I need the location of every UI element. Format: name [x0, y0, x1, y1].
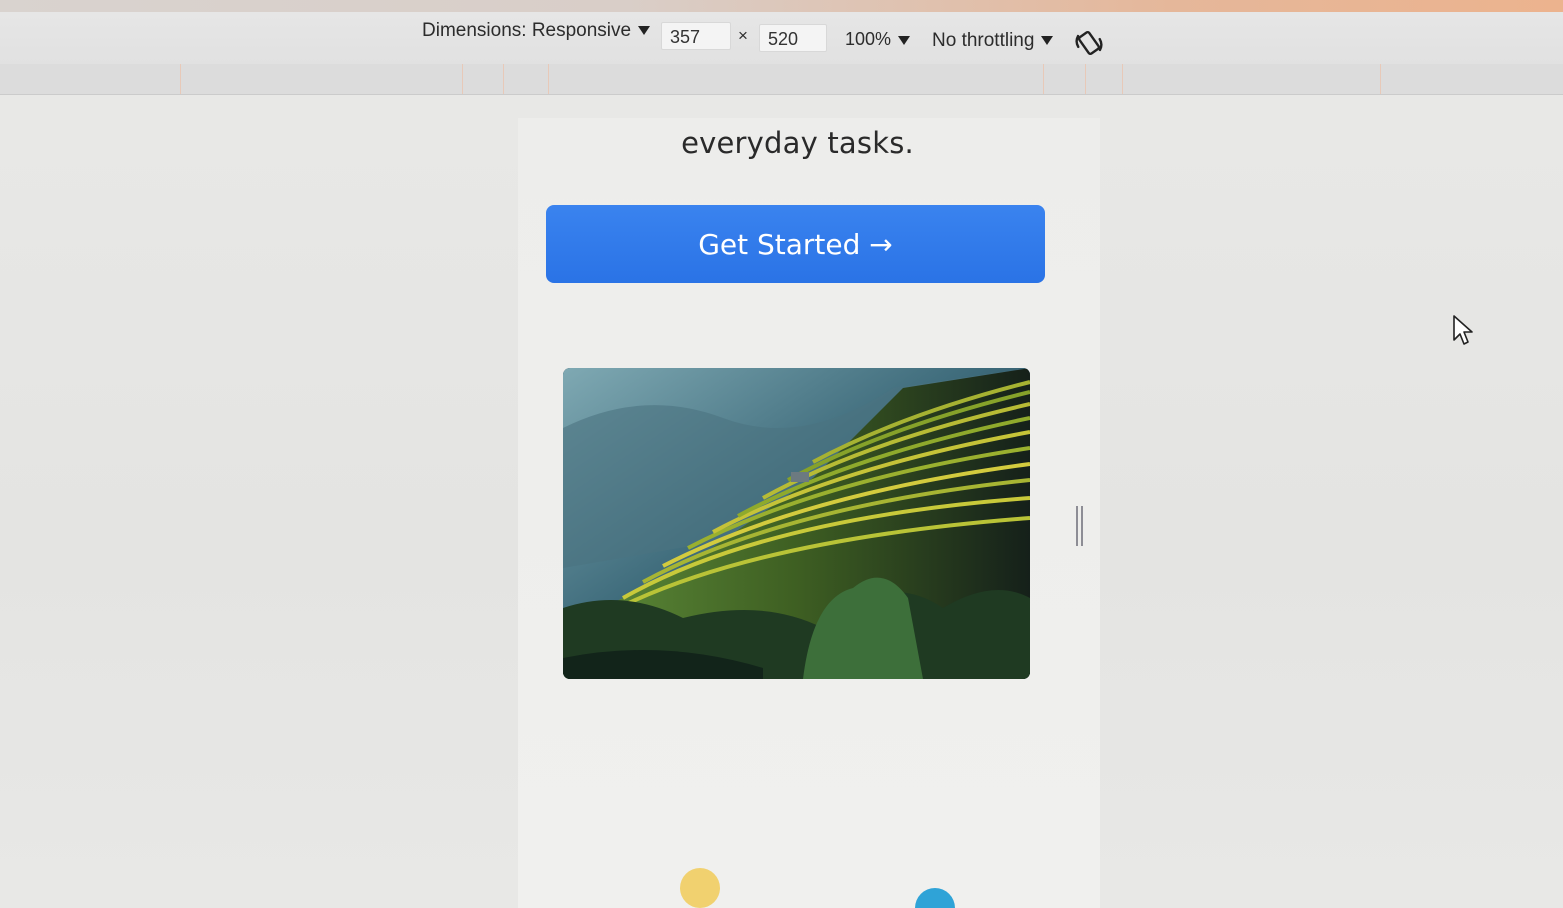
- browser-window: Dimensions: Responsive 357 × 520 100% No…: [0, 0, 1563, 908]
- zoom-label: 100%: [845, 29, 892, 49]
- zoom-dropdown[interactable]: 100%: [845, 29, 911, 50]
- hero-tagline: everyday tasks.: [681, 126, 914, 160]
- hero-image: [563, 368, 1030, 679]
- rotate-icon[interactable]: [1074, 28, 1104, 58]
- chevron-down-icon: [1041, 36, 1054, 46]
- times-separator: ×: [738, 26, 748, 45]
- width-input[interactable]: 357: [661, 22, 731, 50]
- dimensions-dropdown[interactable]: Dimensions: Responsive: [422, 20, 651, 42]
- chevron-down-icon: [898, 35, 911, 45]
- chevron-down-icon: [638, 26, 651, 36]
- height-input[interactable]: 520: [759, 24, 827, 52]
- dimensions-label: Dimensions: Responsive: [422, 20, 632, 41]
- media-query-ruler[interactable]: [0, 64, 1563, 95]
- device-toolbar: Dimensions: Responsive 357 × 520 100% No…: [0, 12, 1563, 64]
- mouse-pointer-icon: [1453, 315, 1473, 345]
- throttling-label: No throttling: [932, 30, 1035, 51]
- viewport-resize-handle[interactable]: [1075, 506, 1085, 546]
- get-started-button[interactable]: Get Started →: [546, 205, 1045, 283]
- decorative-dot-yellow: [680, 868, 720, 908]
- throttling-dropdown[interactable]: No throttling: [932, 30, 1054, 52]
